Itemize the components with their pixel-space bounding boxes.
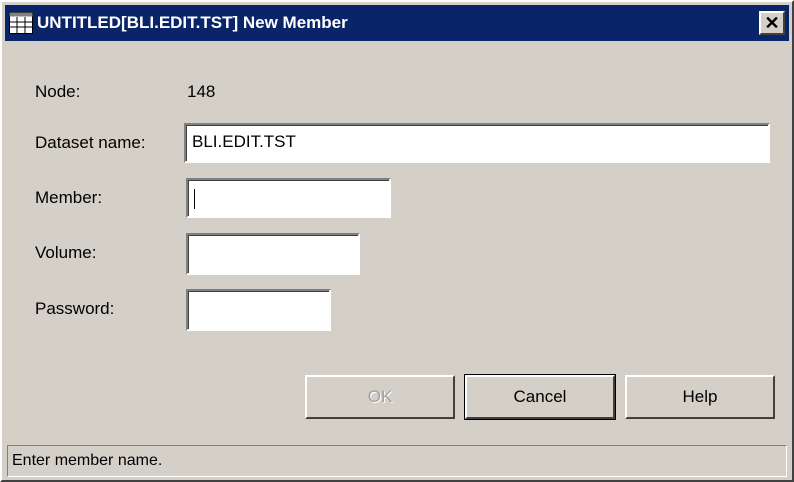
node-label: Node: [35,82,81,101]
app-grid-icon [9,12,33,34]
status-bar: Enter member name. [7,445,787,477]
title-bar[interactable]: UNTITLED[BLI.EDIT.TST] New Member ✕ [5,5,789,41]
text-caret [194,189,195,209]
volume-field[interactable] [186,233,360,275]
dataset-name-value: BLI.EDIT.TST [192,132,296,151]
new-member-dialog: UNTITLED[BLI.EDIT.TST] New Member ✕ Node… [0,0,794,482]
help-button[interactable]: Help [625,375,775,419]
close-button[interactable]: ✕ [759,11,785,35]
ok-button[interactable]: OK [305,375,455,419]
member-label: Member: [35,188,103,207]
password-field[interactable] [186,289,331,331]
dataset-name-label: Dataset name: [35,133,146,152]
member-field[interactable] [186,178,391,218]
window-title: UNTITLED[BLI.EDIT.TST] New Member [37,13,348,32]
cancel-button[interactable]: Cancel [464,374,616,420]
volume-label: Volume: [35,243,97,262]
close-icon: ✕ [764,13,780,33]
dataset-name-field[interactable]: BLI.EDIT.TST [184,123,770,163]
status-text: Enter member name. [12,452,163,469]
password-label: Password: [35,299,115,318]
node-value: 148 [187,82,216,101]
